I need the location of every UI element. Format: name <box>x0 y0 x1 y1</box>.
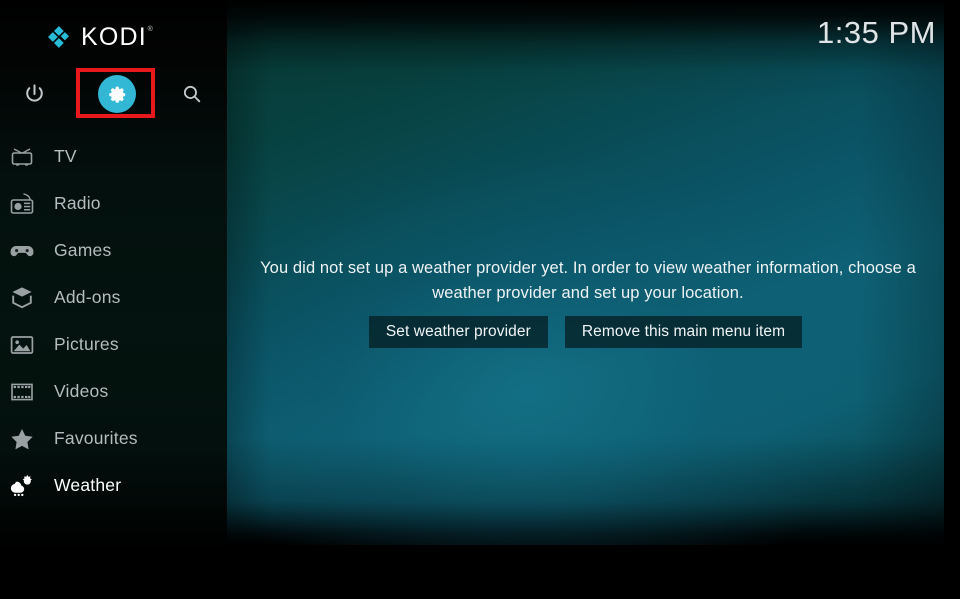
app-logo: KODI ® <box>42 22 153 52</box>
sidebar-item-label: TV <box>54 146 77 166</box>
weather-message-text: You did not set up a weather provider ye… <box>260 259 916 302</box>
sidebar-item-label: Favourites <box>54 428 138 448</box>
sidebar-item-games[interactable]: Games <box>0 227 227 274</box>
sidebar: KODI ® TV Radio Games Add-ons Pictures V… <box>0 0 227 599</box>
star-icon <box>8 425 36 453</box>
kodi-home-screen: You did not set up a weather provider ye… <box>0 0 960 599</box>
sidebar-item-favourites[interactable]: Favourites <box>0 415 227 462</box>
gear-icon <box>108 86 125 103</box>
sidebar-item-weather[interactable]: Weather <box>0 462 227 509</box>
app-name-text: KODI <box>81 22 147 51</box>
search-button[interactable] <box>170 68 214 120</box>
search-icon <box>183 85 201 103</box>
trademark-mark: ® <box>147 25 154 33</box>
remove-main-menu-item-button[interactable]: Remove this main menu item <box>564 316 803 348</box>
sidebar-item-videos[interactable]: Videos <box>0 368 227 415</box>
weather-message-block: You did not set up a weather provider ye… <box>252 256 924 306</box>
sidebar-item-add-ons[interactable]: Add-ons <box>0 274 227 321</box>
sidebar-item-label: Add-ons <box>54 287 121 307</box>
filmstrip-icon <box>8 378 36 406</box>
sidebar-item-tv[interactable]: TV <box>0 133 227 180</box>
weather-action-buttons: Set weather provider Remove this main me… <box>227 316 944 348</box>
sidebar-item-label: Radio <box>54 193 101 213</box>
settings-button[interactable] <box>76 68 158 120</box>
sidebar-item-pictures[interactable]: Pictures <box>0 321 227 368</box>
sidebar-item-radio[interactable]: Radio <box>0 180 227 227</box>
main-menu: TV Radio Games Add-ons Pictures Videos F… <box>0 133 227 509</box>
sidebar-item-label: Weather <box>54 475 122 495</box>
top-icon-row <box>0 68 227 120</box>
app-name: KODI ® <box>81 22 153 51</box>
tv-icon <box>8 143 36 171</box>
sidebar-item-label: Games <box>54 240 112 260</box>
weather-icon <box>8 472 36 500</box>
addons-box-icon <box>8 284 36 312</box>
power-icon <box>25 83 43 102</box>
sidebar-item-label: Pictures <box>54 334 119 354</box>
radio-icon <box>8 190 36 218</box>
set-weather-provider-button[interactable]: Set weather provider <box>368 316 548 348</box>
clock: 1:35 PM <box>817 15 936 50</box>
settings-circle <box>98 75 136 113</box>
sidebar-item-label: Videos <box>54 381 109 401</box>
kodi-logo-icon <box>48 26 69 48</box>
power-button[interactable] <box>12 68 56 120</box>
gamepad-icon <box>8 237 36 265</box>
picture-icon <box>8 331 36 359</box>
